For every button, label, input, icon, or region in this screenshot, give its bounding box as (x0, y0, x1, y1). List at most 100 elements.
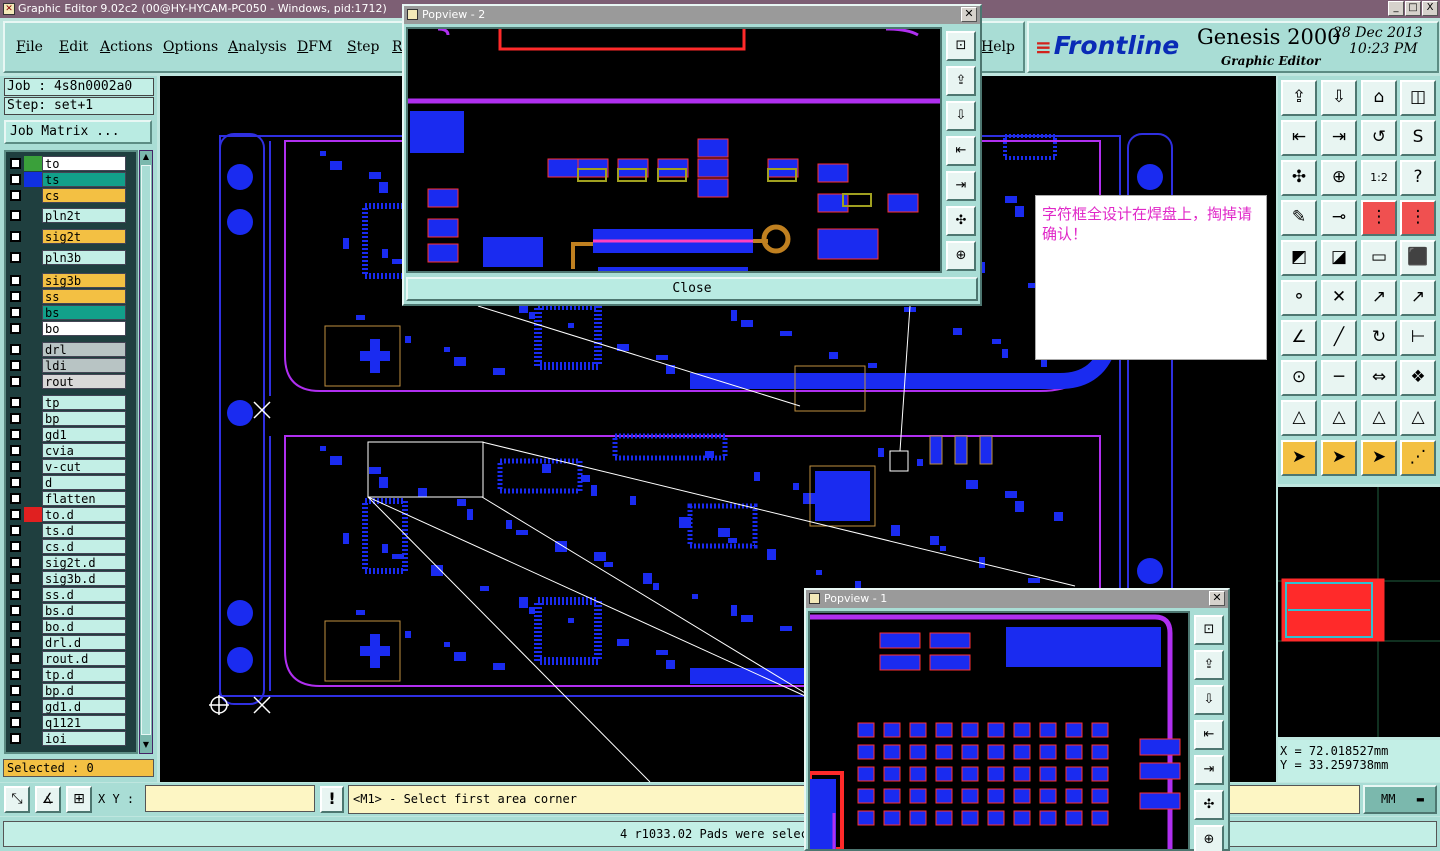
feature-icon[interactable]: ◩ (1281, 240, 1317, 276)
layer-row-bp.d[interactable]: bp.d (8, 683, 126, 698)
popup-home-icon[interactable]: ⊡ (1194, 615, 1224, 645)
stretch-icon[interactable]: ⇔ (1361, 360, 1397, 396)
scroll-up-icon[interactable]: ▲ (141, 152, 151, 164)
layer-checkbox[interactable] (10, 190, 21, 201)
layer-color-swatch[interactable] (24, 208, 42, 223)
copy-icon[interactable]: ↗ (1400, 280, 1436, 316)
popup-zoom-out-icon[interactable]: ⇩ (946, 101, 976, 131)
layer-color-swatch[interactable] (24, 395, 42, 410)
shape-icon[interactable]: △ (1400, 400, 1436, 436)
layer-color-swatch[interactable] (24, 475, 42, 490)
scale-icon[interactable]: 1:2 (1361, 160, 1397, 196)
rotate-icon[interactable]: ↻ (1361, 320, 1397, 356)
minimize-button[interactable]: _ (1388, 1, 1404, 16)
layer-row-tp[interactable]: tp (8, 395, 126, 410)
menu-help[interactable]: Help (981, 39, 1015, 55)
layer-checkbox[interactable] (10, 445, 21, 456)
layer-row-ts[interactable]: ts (8, 172, 126, 187)
snap-icon[interactable]: S (1400, 120, 1436, 156)
layer-name[interactable]: tp.d (42, 667, 126, 682)
layer-row-d[interactable]: d (8, 475, 126, 490)
arc-icon[interactable]: △ (1321, 400, 1357, 436)
zoom-area-icon[interactable]: ⤡ (4, 786, 30, 813)
layer-row-drl.d[interactable]: drl.d (8, 635, 126, 650)
popup-zoom-in-icon[interactable]: ⇪ (1194, 650, 1224, 680)
layer-name[interactable]: flatten (42, 491, 126, 506)
layer-row-tp.d[interactable]: tp.d (8, 667, 126, 682)
layer-name[interactable]: bo (42, 321, 126, 336)
group-icon[interactable]: ❖ (1400, 360, 1436, 396)
menu-options[interactable]: Options (163, 39, 218, 55)
layer-row-sig3b.d[interactable]: sig3b.d (8, 571, 126, 586)
layer-row-ldi[interactable]: ldi (8, 358, 126, 373)
grid-icon[interactable]: ⊞ (66, 786, 92, 813)
popview-2-view[interactable] (406, 27, 942, 273)
popup-pan-left-icon[interactable]: ⇤ (1194, 720, 1224, 750)
layer-row-to.d[interactable]: to.d (8, 507, 126, 522)
layer-row-ioi[interactable]: ioi (8, 731, 126, 746)
layer-name[interactable]: ss (42, 289, 126, 304)
xy-input[interactable] (145, 785, 315, 812)
layer-checkbox[interactable] (10, 589, 21, 600)
layer-checkbox[interactable] (10, 493, 21, 504)
popup-pan-right-icon[interactable]: ⇥ (1194, 755, 1224, 785)
layer-name[interactable]: sig2t.d (42, 555, 126, 570)
layer-checkbox[interactable] (10, 210, 21, 221)
layer-color-swatch[interactable] (24, 619, 42, 634)
layer-checkbox[interactable] (10, 291, 21, 302)
layer-name[interactable]: ts (42, 172, 126, 187)
popup-pan-left-icon[interactable]: ⇤ (946, 136, 976, 166)
layer-name[interactable]: bp (42, 411, 126, 426)
select-box-icon[interactable]: ➤ (1321, 440, 1357, 476)
layer-checkbox[interactable] (10, 605, 21, 616)
layer-color-swatch[interactable] (24, 305, 42, 320)
layer-row-ss.d[interactable]: ss.d (8, 587, 126, 602)
layer-row-sig2t[interactable]: sig2t (8, 229, 126, 244)
help-icon[interactable]: ? (1400, 160, 1436, 196)
center-icon[interactable]: ⊕ (1321, 160, 1357, 196)
layer-row-flatten[interactable]: flatten (8, 491, 126, 506)
layer-color-swatch[interactable] (24, 289, 42, 304)
zoom-in-icon[interactable]: ⇪ (1281, 80, 1317, 116)
layer-color-swatch[interactable] (24, 374, 42, 389)
layer-checkbox[interactable] (10, 669, 21, 680)
layer-checkbox[interactable] (10, 557, 21, 568)
layer-color-swatch[interactable] (24, 539, 42, 554)
via-icon[interactable]: ⊙ (1281, 360, 1317, 396)
popup-fit-icon[interactable]: ✣ (1194, 790, 1224, 820)
layer-color-swatch[interactable] (24, 667, 42, 682)
popview-close-button[interactable]: Close (406, 277, 978, 301)
layer-color-swatch[interactable] (24, 571, 42, 586)
layer-row-pln2t[interactable]: pln2t (8, 208, 126, 223)
layer-name[interactable]: cs (42, 188, 126, 203)
layer-color-swatch[interactable] (24, 507, 42, 522)
layer-name[interactable]: pln2t (42, 208, 126, 223)
bar-icon[interactable]: ─ (1321, 360, 1357, 396)
close-button[interactable]: X (1422, 1, 1438, 16)
select-icon[interactable]: ➤ (1281, 440, 1317, 476)
layer-row-gd1[interactable]: gd1 (8, 427, 126, 442)
layer-name[interactable]: gd1 (42, 427, 126, 442)
popview-1-close-icon[interactable]: ✕ (1209, 591, 1225, 606)
home-icon[interactable]: ⌂ (1361, 80, 1397, 116)
layer-name[interactable]: sig3b (42, 273, 126, 288)
layer-name[interactable]: d (42, 475, 126, 490)
layer-color-swatch[interactable] (24, 651, 42, 666)
popup-zoom-in-icon[interactable]: ⇪ (946, 66, 976, 96)
layer-checkbox[interactable] (10, 621, 21, 632)
angle-icon[interactable]: ∠ (1281, 320, 1317, 356)
polygon-icon[interactable]: △ (1361, 400, 1397, 436)
layer-row-sig2t.d[interactable]: sig2t.d (8, 555, 126, 570)
layer-color-swatch[interactable] (24, 715, 42, 730)
layer-color-swatch[interactable] (24, 731, 42, 746)
layer-name[interactable]: to.d (42, 507, 126, 522)
layer-checkbox[interactable] (10, 429, 21, 440)
layer-checkbox[interactable] (10, 701, 21, 712)
layer-color-swatch[interactable] (24, 250, 42, 265)
layers-active-icon[interactable]: ⋮ (1400, 200, 1436, 236)
scroll-down-icon[interactable]: ▼ (141, 740, 151, 752)
menu-step[interactable]: Step (347, 39, 379, 55)
popup-fit-icon[interactable]: ✣ (946, 206, 976, 236)
layer-checkbox[interactable] (10, 413, 21, 424)
layer-checkbox[interactable] (10, 158, 21, 169)
